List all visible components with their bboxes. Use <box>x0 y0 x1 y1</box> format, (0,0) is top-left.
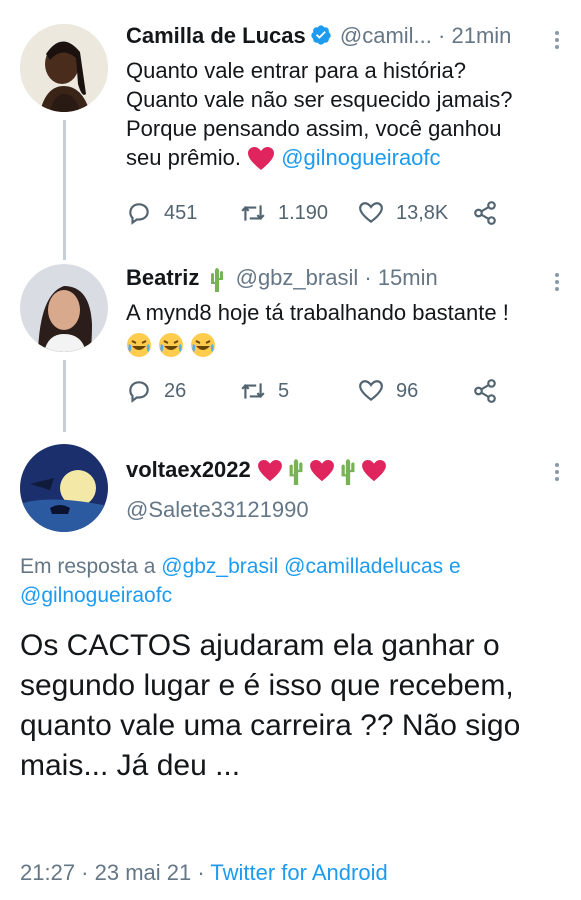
thread-line <box>63 360 66 432</box>
avatar-camilla[interactable] <box>20 24 108 112</box>
laughing-emoji-icon <box>127 333 151 358</box>
author-handle[interactable]: @gbz_brasil <box>236 265 359 290</box>
tweet-header: Camilla de Lucas @camil... · 21min <box>126 22 511 50</box>
tweet-time[interactable]: 21min <box>451 23 511 48</box>
mention-link[interactable]: @gilnogueiraofc <box>281 145 440 170</box>
reply-button[interactable]: 26 <box>126 378 186 404</box>
verified-badge-icon <box>311 25 331 45</box>
more-options-icon[interactable] <box>555 28 559 52</box>
red-heart-emoji-icon <box>361 460 386 482</box>
tweet-line: Quanto vale não ser esquecido jamais? <box>126 87 513 112</box>
reply-mentions[interactable]: @gbz_brasil @camilladelucas e <box>161 555 460 578</box>
author-handle[interactable]: @Salete33121990 <box>126 497 309 522</box>
more-options-icon[interactable] <box>555 270 559 294</box>
tweet-date[interactable]: 21:27 · 23 mai 21 · <box>20 860 205 885</box>
tweet-text: Os CACTOS ajudaram ela ganhar o segundo … <box>20 629 521 782</box>
avatar-voltaex[interactable] <box>20 444 108 532</box>
reply-button[interactable]: 451 <box>126 200 197 226</box>
reply-context: Em resposta a @gbz_brasil @camilladeluca… <box>20 552 565 610</box>
emoji-row <box>126 329 566 358</box>
tweet-line: Porque pensando assim, você ganhou <box>126 116 502 141</box>
share-icon <box>474 201 496 225</box>
red-heart-emoji-icon <box>257 460 282 482</box>
reply-prefix: Em resposta a <box>20 555 156 578</box>
share-icon <box>474 379 496 403</box>
tweet-line: A mynd8 hoje tá trabalhando bastante ! <box>126 300 509 325</box>
laughing-emoji-icon <box>159 333 184 358</box>
retweet-button[interactable]: 1.190 <box>240 200 328 226</box>
tweet-line: seu prêmio. @gilnogueiraofc <box>126 143 566 172</box>
author-handle[interactable]: @camil... <box>340 23 432 48</box>
retweet-count: 5 <box>278 379 290 402</box>
tweet-line: Quanto vale entrar para a história? <box>126 58 466 83</box>
reply-icon <box>129 203 149 225</box>
tweet-meta: 21:27 · 23 mai 21 · Twitter for Android <box>20 860 388 886</box>
like-count: 96 <box>396 379 419 402</box>
handle-row: @Salete33121990 <box>126 496 309 524</box>
separator-dot: · <box>438 23 446 48</box>
laughing-emoji-icon <box>191 333 216 358</box>
share-button[interactable] <box>472 378 498 404</box>
action-bar: 26 5 96 <box>126 378 566 408</box>
retweet-button[interactable]: 5 <box>240 378 289 404</box>
thread-line <box>63 120 66 260</box>
like-button[interactable]: 13,8K <box>358 200 448 226</box>
tweet-time[interactable]: 15min <box>378 265 438 290</box>
red-heart-emoji-icon <box>309 460 334 482</box>
tweet-beatriz[interactable]: Beatriz @gbz_brasil · 15min A mynd8 hoje… <box>0 250 581 440</box>
author-name[interactable]: Beatriz <box>126 265 199 290</box>
like-button[interactable]: 96 <box>358 378 418 404</box>
heart-icon <box>359 380 383 402</box>
avatar-beatriz[interactable] <box>20 264 108 352</box>
like-count: 13,8K <box>396 201 449 224</box>
tweet-header: Beatriz @gbz_brasil · 15min <box>126 264 438 293</box>
heart-icon <box>359 202 383 224</box>
retweet-icon <box>241 383 265 399</box>
tweet-source[interactable]: Twitter for Android <box>210 860 387 885</box>
retweet-count: 1.190 <box>278 201 329 224</box>
retweet-icon <box>241 205 265 221</box>
author-name[interactable]: voltaex2022 <box>126 457 251 482</box>
more-options-icon[interactable] <box>555 460 559 484</box>
reply-count: 26 <box>164 379 187 402</box>
tweet-camilla[interactable]: Camilla de Lucas @camil... · 21min Quant… <box>0 0 581 260</box>
cactus-emoji-icon <box>341 459 355 486</box>
cactus-emoji-icon <box>211 268 224 293</box>
reply-mention-2[interactable]: @gilnogueiraofc <box>20 584 172 607</box>
cactus-emoji-icon <box>289 459 303 486</box>
action-bar: 451 1.190 13,8K <box>126 200 566 230</box>
separator-dot: · <box>364 265 372 290</box>
tweet-text: Quanto vale entrar para a história? Quan… <box>126 56 566 172</box>
reply-icon <box>129 381 149 403</box>
tweet-voltaex: voltaex2022 @Salete33121990 Em resposta … <box>0 440 581 900</box>
tweet-header: voltaex2022 <box>126 456 387 486</box>
tweet-line-text: seu prêmio. <box>126 145 241 170</box>
red-heart-emoji-icon <box>248 147 275 171</box>
share-button[interactable] <box>472 200 498 226</box>
tweet-text: A mynd8 hoje tá trabalhando bastante ! <box>126 298 566 358</box>
reply-count: 451 <box>164 201 198 224</box>
author-name[interactable]: Camilla de Lucas <box>126 23 306 48</box>
